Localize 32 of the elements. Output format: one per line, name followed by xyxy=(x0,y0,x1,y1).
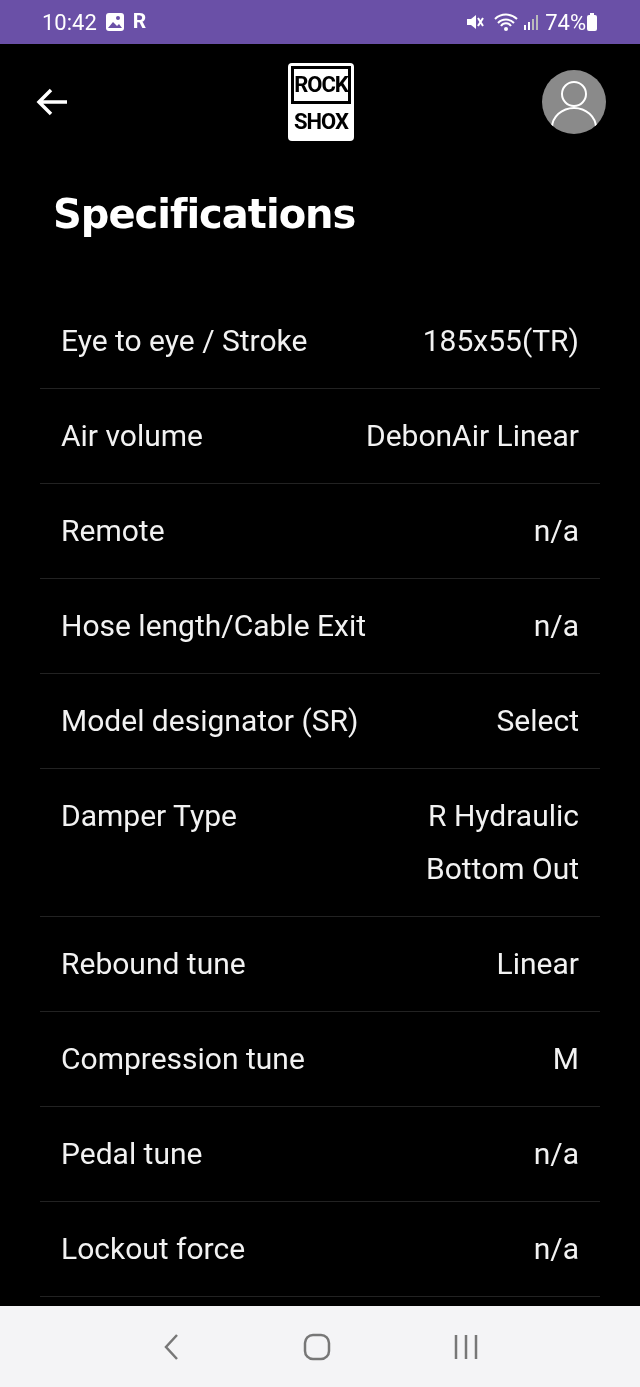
spec-value: 185x55(TR) xyxy=(422,323,579,359)
spec-label: Eye to eye / Stroke xyxy=(61,323,308,359)
app-notification-letter: R xyxy=(132,8,147,36)
spec-value: n/a xyxy=(533,608,579,644)
spec-value: n/a xyxy=(533,513,579,549)
spec-label: Model designator (SR) xyxy=(61,703,359,739)
wifi-icon xyxy=(493,12,520,32)
logo: ROCK SHOX xyxy=(288,63,354,141)
battery-icon xyxy=(586,12,598,32)
spec-value: n/a xyxy=(533,1231,579,1267)
spec-value: n/a xyxy=(533,1136,579,1172)
spec-label: Air volume xyxy=(61,418,203,454)
spec-label: Remote xyxy=(61,513,165,549)
spec-label: Lockout force xyxy=(61,1231,246,1267)
spec-label: Rebound tune xyxy=(61,946,246,982)
spec-label: Compression tune xyxy=(61,1041,305,1077)
spec-value: M xyxy=(552,1041,579,1077)
clock: 10:42 xyxy=(42,8,97,37)
recent-apps-button[interactable] xyxy=(453,1332,479,1361)
battery-percent: 74% xyxy=(545,8,586,37)
home-button[interactable] xyxy=(303,1332,331,1361)
image-icon xyxy=(104,12,125,32)
spec-label: Damper Type xyxy=(61,798,237,835)
spec-value: DebonAir Linear xyxy=(366,418,579,454)
spec-value: R Hydraulic xyxy=(428,798,579,834)
spec-label: Pedal tune xyxy=(61,1136,203,1172)
spec-value: Bottom Out xyxy=(426,851,579,887)
spec-value: Linear xyxy=(496,946,579,982)
spec-value: Select xyxy=(496,703,579,739)
spec-label: Hose length/Cable Exit xyxy=(61,608,367,644)
mute-icon xyxy=(465,12,486,32)
page-title: Specifications xyxy=(52,190,357,239)
